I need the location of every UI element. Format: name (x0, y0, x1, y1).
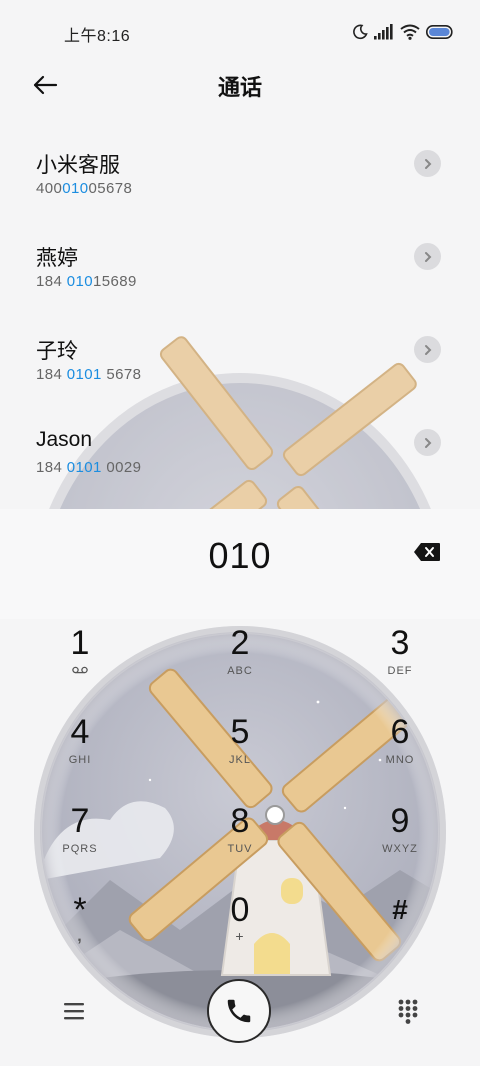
dial-key-hash[interactable]: # (345, 892, 455, 972)
signal-icon (374, 24, 393, 40)
keypad-toggle-button[interactable] (394, 996, 422, 1026)
dial-key-3[interactable]: 3 DEF (345, 625, 455, 705)
key-letters: JKL (229, 754, 251, 766)
key-letters: ABC (227, 665, 253, 677)
dial-key-8[interactable]: 8 TUV (185, 803, 295, 883)
number-match-highlight: 0101 (66, 366, 102, 383)
number-prefix: 184 (36, 459, 67, 476)
menu-button[interactable] (60, 998, 88, 1024)
status-time: 上午8:16 (64, 28, 131, 45)
chevron-right-icon (424, 344, 431, 355)
number-prefix: 184 (36, 273, 67, 290)
voicemail-icon (72, 666, 88, 674)
key-digit: 6 (390, 713, 410, 751)
contact-number: 184 0101 0029 (36, 459, 141, 476)
key-digit: 8 (230, 802, 250, 840)
contact-detail-button[interactable] (414, 150, 441, 177)
contact-row[interactable]: Jason 184 0101 0029 (0, 415, 480, 508)
chevron-right-icon (424, 437, 431, 448)
number-prefix: 184 (36, 366, 67, 383)
menu-icon (64, 1003, 84, 1020)
dial-key-1[interactable]: 1 (25, 625, 135, 705)
key-subtext (25, 665, 135, 679)
key-letters (345, 932, 455, 946)
key-digit: * (73, 891, 87, 929)
key-letters: PQRS (62, 843, 98, 855)
number-match-highlight: 010 (66, 273, 94, 290)
chevron-right-icon (424, 158, 431, 169)
key-letters: + (235, 928, 245, 944)
contact-number: 184 0101 5678 (36, 366, 141, 383)
key-digit: 7 (70, 802, 90, 840)
contact-row[interactable]: 燕婷 184 01015689 (0, 229, 480, 322)
key-digit: 3 (390, 624, 410, 662)
status-bar: 上午8:16 (0, 0, 480, 62)
dial-key-5[interactable]: 5 JKL (185, 714, 295, 794)
keypad-icon (398, 999, 418, 1024)
moon-icon (353, 24, 368, 40)
delete-button[interactable] (413, 542, 441, 564)
key-digit: 0 (230, 891, 250, 929)
contact-name: Jason (36, 428, 93, 451)
phone-icon (227, 999, 251, 1023)
contact-row[interactable]: 小米客服 40001005678 (0, 136, 480, 229)
key-digit: 1 (70, 624, 90, 662)
dial-key-6[interactable]: 6 MNO (345, 714, 455, 794)
key-letters: GHI (68, 754, 92, 766)
contact-name: 小米客服 (36, 154, 120, 177)
number-suffix: 15689 (93, 273, 137, 290)
dial-key-4[interactable]: 4 GHI (25, 714, 135, 794)
key-digit: 4 (70, 713, 90, 751)
backspace-icon (414, 543, 440, 561)
dial-key-9[interactable]: 9 WXYZ (345, 803, 455, 883)
contact-name: 燕婷 (36, 247, 78, 270)
key-letters: WXYZ (382, 843, 418, 855)
dial-key-7[interactable]: 7 PQRS (25, 803, 135, 883)
contact-detail-button[interactable] (414, 429, 441, 456)
key-digit: # (392, 894, 408, 925)
number-suffix: 05678 (88, 180, 133, 197)
contact-row[interactable]: 子玲 184 0101 5678 (0, 322, 480, 415)
dial-key-star[interactable]: * , (25, 892, 135, 972)
dialed-number-display: 010 (208, 535, 272, 576)
key-letters: DEF (387, 665, 413, 677)
battery-icon (426, 25, 453, 39)
number-suffix: 5678 (101, 366, 142, 383)
wifi-icon (400, 24, 420, 40)
key-letters: , (77, 928, 83, 945)
dial-key-0[interactable]: 0 + (185, 892, 295, 972)
number-match-highlight: 010 (62, 180, 89, 197)
call-button[interactable] (207, 979, 271, 1043)
page-title: 通话 (217, 75, 262, 100)
contact-number: 184 01015689 (36, 273, 137, 290)
contact-name: 子玲 (36, 340, 78, 363)
contact-detail-button[interactable] (414, 336, 441, 363)
number-prefix: 400 (36, 180, 63, 197)
contact-number: 40001005678 (36, 180, 132, 197)
status-icons (352, 22, 454, 42)
contact-detail-button[interactable] (414, 243, 441, 270)
key-letters: MNO (385, 754, 415, 766)
number-match-highlight: 0101 (66, 459, 102, 476)
key-letters: TUV (227, 843, 253, 855)
chevron-right-icon (424, 251, 431, 262)
key-digit: 9 (390, 802, 410, 840)
key-digit: 2 (230, 624, 250, 662)
key-digit: 5 (230, 713, 250, 751)
number-suffix: 0029 (101, 459, 142, 476)
contact-list: 小米客服 40001005678 燕婷 184 01015689 子玲 184 … (0, 136, 480, 508)
dial-key-2[interactable]: 2 ABC (185, 625, 295, 705)
header: 通话 (0, 62, 480, 106)
